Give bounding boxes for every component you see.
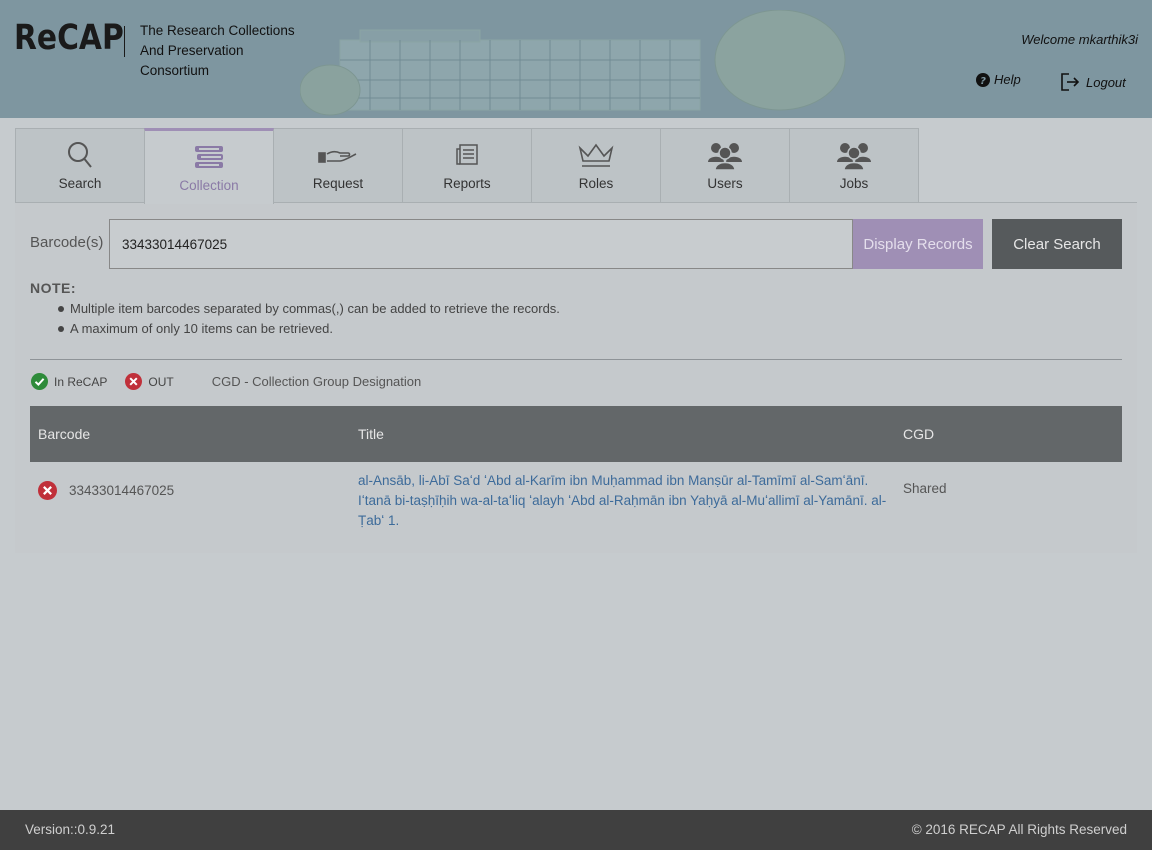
svg-text:?: ? (980, 76, 986, 87)
x-circle-icon (125, 373, 143, 390)
tab-search[interactable]: Search (15, 128, 145, 203)
search-icon (60, 140, 100, 170)
note-item: Multiple item barcodes separated by comm… (58, 299, 560, 319)
logout-icon (1061, 73, 1080, 91)
barcode-value: 33433014467025 (69, 483, 175, 498)
tab-label: Search (58, 176, 102, 191)
column-header-cgd: CGD (903, 426, 935, 442)
building-illustration (300, 10, 846, 116)
tab-label: Collection (179, 178, 239, 193)
hand-icon (318, 140, 358, 170)
crown-icon (576, 140, 616, 170)
users-icon (834, 140, 874, 170)
divider (30, 359, 1122, 360)
tab-reports[interactable]: Reports (402, 128, 532, 203)
tab-collection[interactable]: Collection (144, 128, 274, 204)
clear-search-button[interactable]: Clear Search (992, 219, 1122, 269)
x-circle-icon (38, 481, 57, 500)
recap-logo: ReCAP (14, 18, 124, 58)
tab-label: Request (312, 176, 364, 191)
legend-in: In ReCAP (31, 373, 107, 390)
question-circle-icon: ? (976, 72, 990, 87)
cgd-value: Shared (903, 481, 947, 496)
results-table: Barcode Title CGD 33433014467025 al-Ansā… (30, 406, 1122, 528)
table-row: 33433014467025 al-Ansāb, li-Abī Saʻd ʻAb… (30, 462, 1122, 528)
title-link[interactable]: al-Ansāb, li-Abī Saʻd ʻAbd al-Karīm ibn … (358, 471, 903, 531)
version-text: Version::0.9.21 (25, 822, 116, 837)
display-records-button[interactable]: Display Records (853, 219, 983, 269)
welcome-text: Welcome mkarthik3i (1021, 32, 1138, 47)
tab-request[interactable]: Request (273, 128, 403, 203)
help-link[interactable]: ? Help (976, 72, 1021, 87)
column-header-barcode: Barcode (38, 426, 91, 442)
legend-out: OUT (125, 373, 174, 390)
legend-in-label: In ReCAP (54, 374, 108, 389)
legend-out-label: OUT (148, 374, 174, 389)
tab-label: Reports (443, 176, 491, 191)
tab-label: Users (707, 176, 743, 191)
barcode-label: Barcode(s) (30, 234, 104, 251)
tab-label: Jobs (839, 176, 869, 191)
logout-link[interactable]: Logout (1060, 72, 1126, 92)
tab-roles[interactable]: Roles (531, 128, 661, 203)
note-item: A maximum of only 10 items can be retrie… (58, 319, 560, 339)
barcode-input[interactable] (109, 219, 853, 269)
status-legend: In ReCAP OUT CGD - Collection Group Desi… (31, 373, 421, 390)
table-header: Barcode Title CGD (30, 406, 1122, 462)
tab-label: Roles (578, 176, 614, 191)
note-title: NOTE: (30, 280, 77, 296)
users-icon (705, 140, 745, 170)
books-icon (189, 142, 229, 172)
cgd-note: CGD - Collection Group Designation (211, 374, 422, 389)
cell-barcode: 33433014467025 (30, 471, 358, 500)
help-label: Help (994, 72, 1021, 87)
collection-panel: Barcode(s) Display Records Clear Search … (15, 202, 1137, 553)
note-list: Multiple item barcodes separated by comm… (58, 299, 560, 339)
check-circle-icon (31, 373, 48, 390)
tab-jobs[interactable]: Jobs (789, 128, 919, 203)
logo-subtitle: The Research Collections And Preservatio… (140, 23, 295, 78)
column-header-title: Title (358, 426, 384, 442)
logo-divider (124, 26, 125, 57)
logout-label: Logout (1086, 74, 1126, 90)
copyright-text: © 2016 RECAP All Rights Reserved (911, 822, 1127, 837)
footer: Version::0.9.21 © 2016 RECAP All Rights … (0, 810, 1152, 850)
tab-users[interactable]: Users (660, 128, 790, 203)
main-tabs: Search Collection Request Reports Roles … (15, 128, 919, 204)
document-icon (447, 140, 487, 170)
header: ReCAP The Research Collections And Prese… (0, 0, 1152, 118)
